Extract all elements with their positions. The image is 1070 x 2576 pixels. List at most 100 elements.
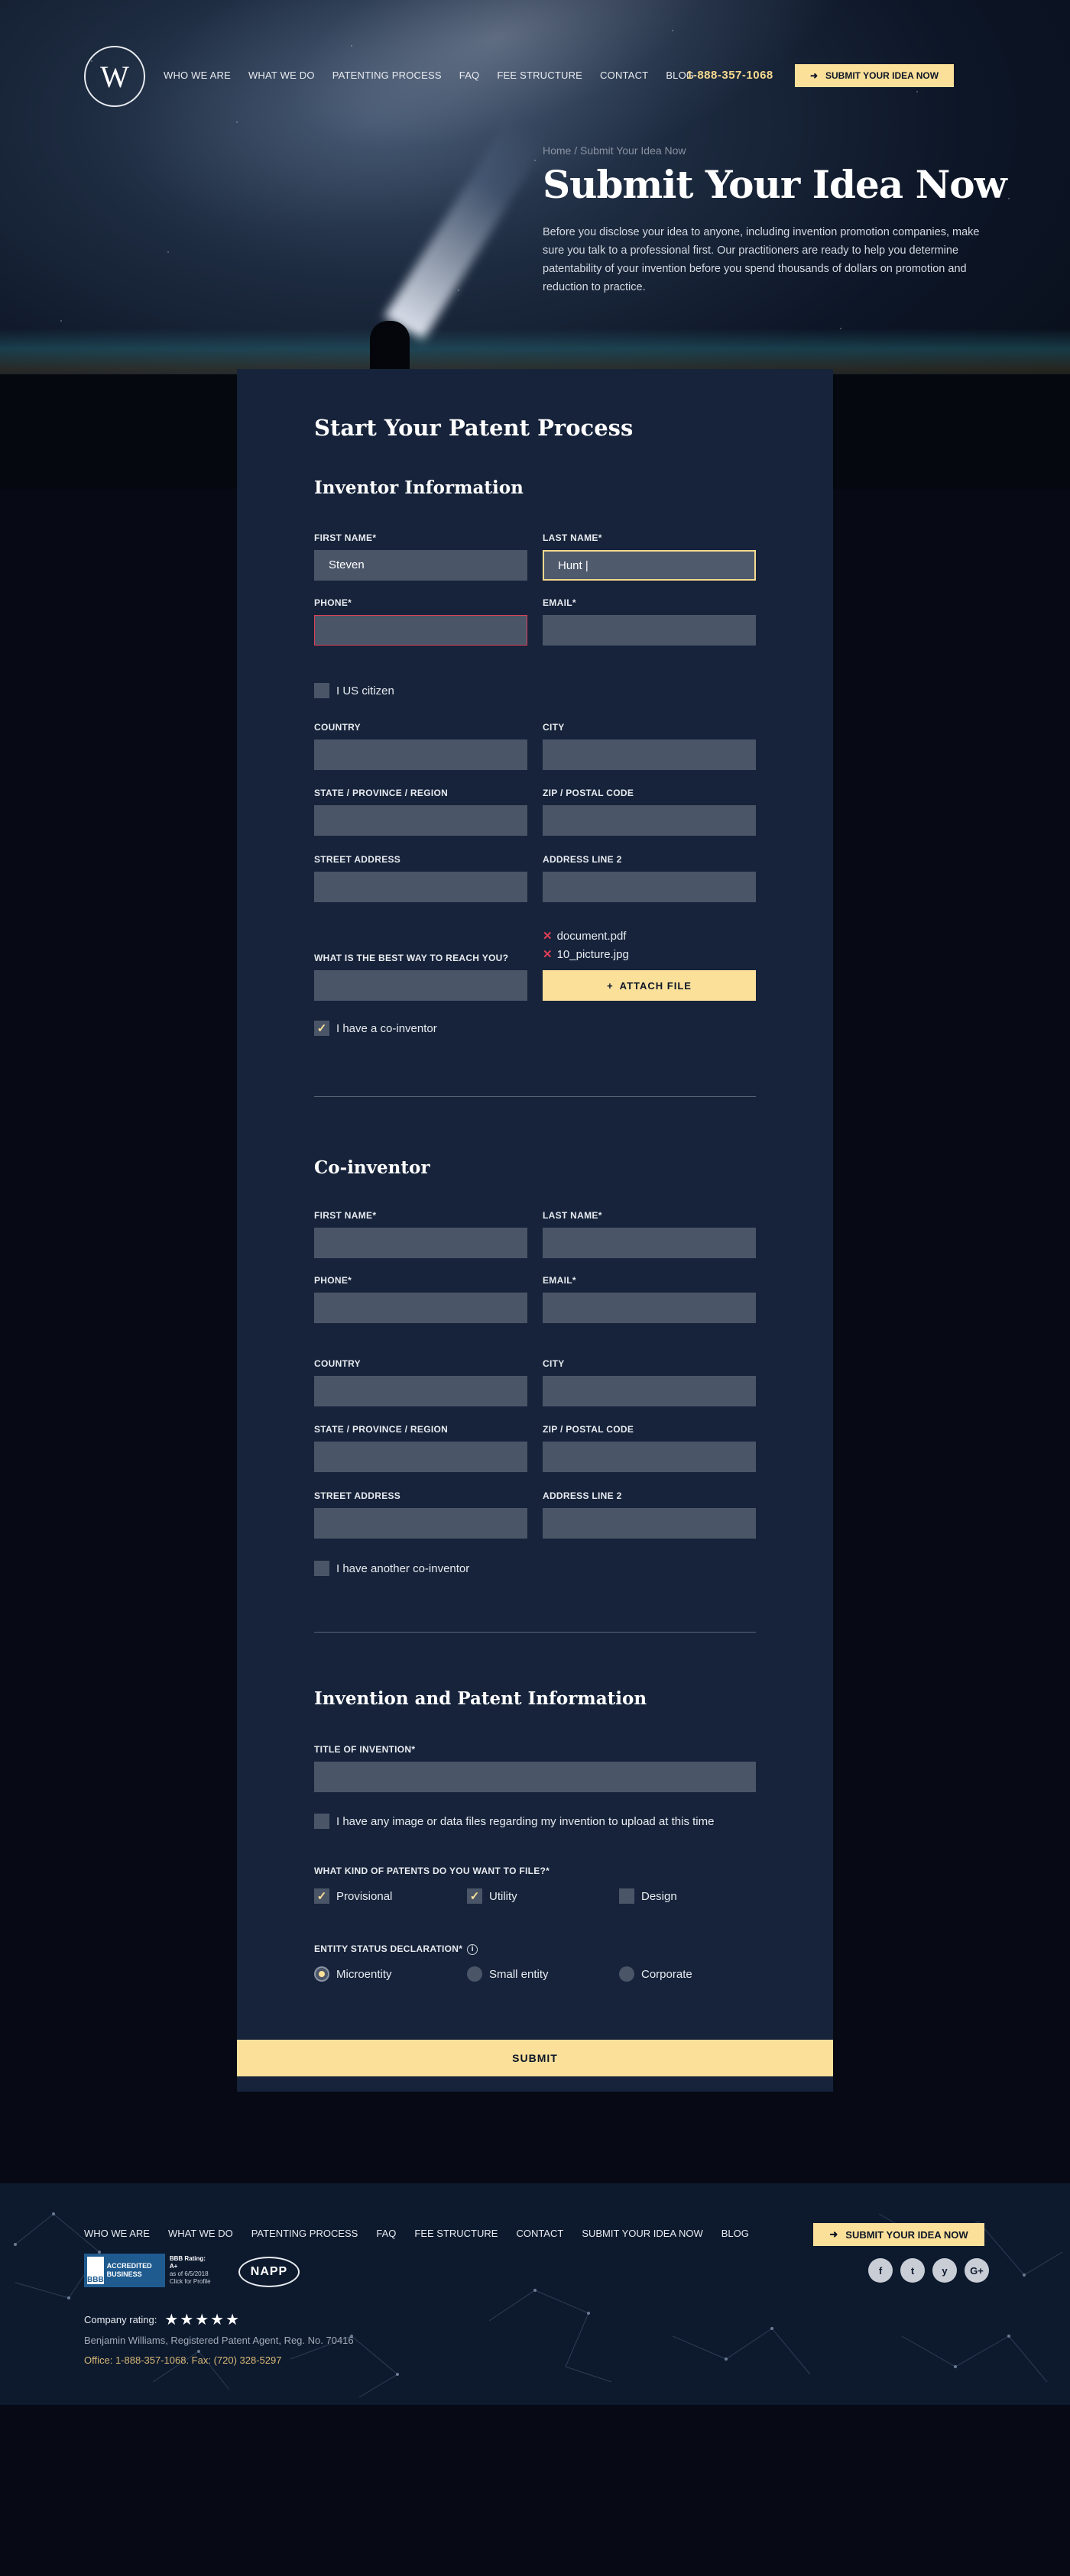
design-checkbox[interactable] — [619, 1888, 634, 1904]
footer-nav-what-we-do[interactable]: WHAT WE DO — [168, 2228, 233, 2239]
attach-file-button[interactable]: + ATTACH FILE — [543, 970, 756, 1001]
country-select[interactable] — [314, 739, 527, 770]
rating-label: Company rating: — [84, 2314, 157, 2325]
yelp-icon[interactable]: y — [932, 2258, 957, 2283]
nav-contact[interactable]: CONTACT — [600, 70, 648, 81]
corporate-radio[interactable] — [619, 1966, 634, 1982]
breadcrumb[interactable]: Home / Submit Your Idea Now — [543, 144, 686, 157]
last-name-input[interactable]: Hunt | — [543, 550, 756, 581]
last-name-label: LAST NAME* — [543, 532, 602, 543]
footer-nav-fee-structure[interactable]: FEE STRUCTURE — [414, 2228, 498, 2239]
provisional-checkbox[interactable]: ✓ — [314, 1888, 329, 1904]
section-divider — [314, 1632, 756, 1633]
footer-nav: WHO WE ARE WHAT WE DO PATENTING PROCESS … — [84, 2228, 767, 2239]
coinventor-label: I have a co-inventor — [336, 1022, 437, 1035]
attach-file-label: ATTACH FILE — [619, 979, 692, 992]
bbb-seal-box: BBB ACCREDITED BUSINESS — [84, 2254, 165, 2287]
co-phone-input[interactable] — [314, 1293, 527, 1323]
remove-file-icon[interactable]: ✕ — [543, 948, 553, 961]
nav-faq[interactable]: FAQ — [459, 70, 480, 81]
submit-button[interactable]: SUBMIT — [237, 2040, 833, 2076]
google-plus-icon[interactable]: G+ — [965, 2258, 989, 2283]
hero-description: Before you disclose your idea to anyone,… — [543, 226, 980, 293]
page-title: Submit Your Idea Now — [543, 162, 1007, 207]
co-email-label: EMAIL* — [543, 1275, 576, 1286]
invention-title-label: TITLE OF INVENTION* — [314, 1744, 416, 1755]
footer-nav-submit-idea[interactable]: SUBMIT YOUR IDEA NOW — [582, 2228, 702, 2239]
bbb-click: Click for Profile — [169, 2278, 211, 2285]
email-input[interactable] — [543, 615, 756, 646]
provisional-label: Provisional — [336, 1890, 393, 1903]
reach-select[interactable] — [314, 970, 527, 1001]
info-icon[interactable]: i — [467, 1943, 478, 1955]
checkmark-icon: ✓ — [469, 1890, 480, 1903]
checkmark-icon: ✓ — [316, 1890, 327, 1903]
social-links: f t y G+ — [868, 2258, 989, 2283]
co-last-name-input[interactable] — [543, 1228, 756, 1258]
microentity-radio[interactable] — [314, 1966, 329, 1982]
star-icons: ★★★★★ — [164, 2312, 242, 2328]
design-label: Design — [641, 1890, 677, 1903]
co-zip-input[interactable] — [543, 1442, 756, 1472]
co-country-select[interactable] — [314, 1376, 527, 1406]
nav-who-we-are[interactable]: WHO WE ARE — [164, 70, 231, 81]
header-cta-label: SUBMIT YOUR IDEA NOW — [825, 70, 939, 81]
co-street-input[interactable] — [314, 1508, 527, 1539]
nav-patenting-process[interactable]: PATENTING PROCESS — [332, 70, 442, 81]
agent-info: Benjamin Williams, Registered Patent Age… — [84, 2335, 354, 2346]
small-entity-radio[interactable] — [467, 1966, 482, 1982]
coinventor-checkbox[interactable]: ✓ — [314, 1021, 329, 1036]
entity-status-label: ENTITY STATUS DECLARATION* i — [314, 1943, 478, 1955]
co-last-name-label: LAST NAME* — [543, 1210, 602, 1221]
co-address2-input[interactable] — [543, 1508, 756, 1539]
co-zip-label: ZIP / POSTAL CODE — [543, 1424, 634, 1435]
utility-label: Utility — [489, 1890, 517, 1903]
header-phone[interactable]: 1-888-357-1068 — [686, 69, 773, 82]
footer: WHO WE ARE WHAT WE DO PATENTING PROCESS … — [0, 2183, 1070, 2405]
footer-nav-faq[interactable]: FAQ — [376, 2228, 396, 2239]
city-input[interactable] — [543, 739, 756, 770]
entity-status-text: ENTITY STATUS DECLARATION* — [314, 1943, 463, 1954]
zip-input[interactable] — [543, 805, 756, 836]
upload-files-checkbox[interactable] — [314, 1814, 329, 1829]
site-logo[interactable]: W — [84, 46, 145, 107]
first-name-input[interactable]: Steven — [314, 550, 527, 581]
checkmark-icon: ✓ — [316, 1022, 327, 1035]
address2-input[interactable] — [543, 872, 756, 902]
napp-logo[interactable]: NAPP — [238, 2257, 300, 2287]
twitter-icon[interactable]: t — [900, 2258, 925, 2283]
footer-nav-contact[interactable]: CONTACT — [516, 2228, 563, 2239]
nav-fee-structure[interactable]: FEE STRUCTURE — [497, 70, 582, 81]
invention-title-input[interactable] — [314, 1762, 756, 1792]
co-city-input[interactable] — [543, 1376, 756, 1406]
remove-file-icon[interactable]: ✕ — [543, 930, 553, 943]
footer-nav-patenting-process[interactable]: PATENTING PROCESS — [251, 2228, 358, 2239]
header-submit-idea-button[interactable]: ➜ SUBMIT YOUR IDEA NOW — [795, 64, 954, 87]
co-city-label: CITY — [543, 1358, 565, 1369]
file-name: document.pdf — [556, 930, 627, 943]
co-state-input[interactable] — [314, 1442, 527, 1472]
co-first-name-input[interactable] — [314, 1228, 527, 1258]
state-input[interactable] — [314, 805, 527, 836]
co-email-input[interactable] — [543, 1293, 756, 1323]
first-name-label: FIRST NAME* — [314, 532, 377, 543]
footer-submit-idea-button[interactable]: ➜ SUBMIT YOUR IDEA NOW — [813, 2223, 984, 2246]
utility-checkbox[interactable]: ✓ — [467, 1888, 482, 1904]
facebook-icon[interactable]: f — [868, 2258, 893, 2283]
street-input[interactable] — [314, 872, 527, 902]
another-coinventor-checkbox[interactable] — [314, 1561, 329, 1576]
co-street-label: STREET ADDRESS — [314, 1490, 401, 1501]
attached-file: ✕ 10_picture.jpg — [543, 947, 629, 961]
bbb-badge[interactable]: BBB ACCREDITED BUSINESS BBB Rating: A+ a… — [84, 2254, 214, 2287]
upload-files-label: I have any image or data files regarding… — [336, 1815, 715, 1828]
logo-letter: W — [100, 59, 129, 94]
zip-label: ZIP / POSTAL CODE — [543, 788, 634, 798]
phone-input[interactable] — [314, 615, 527, 646]
us-citizen-checkbox[interactable] — [314, 683, 329, 698]
footer-nav-who-we-are[interactable]: WHO WE ARE — [84, 2228, 150, 2239]
footer-nav-blog[interactable]: BLOG — [721, 2228, 749, 2239]
arrow-right-icon: ➜ — [809, 70, 819, 81]
nav-what-we-do[interactable]: WHAT WE DO — [248, 70, 315, 81]
co-state-label: STATE / PROVINCE / REGION — [314, 1424, 449, 1435]
office-contact[interactable]: Office: 1-888-357-1068. Fax: (720) 328-5… — [84, 2354, 281, 2366]
